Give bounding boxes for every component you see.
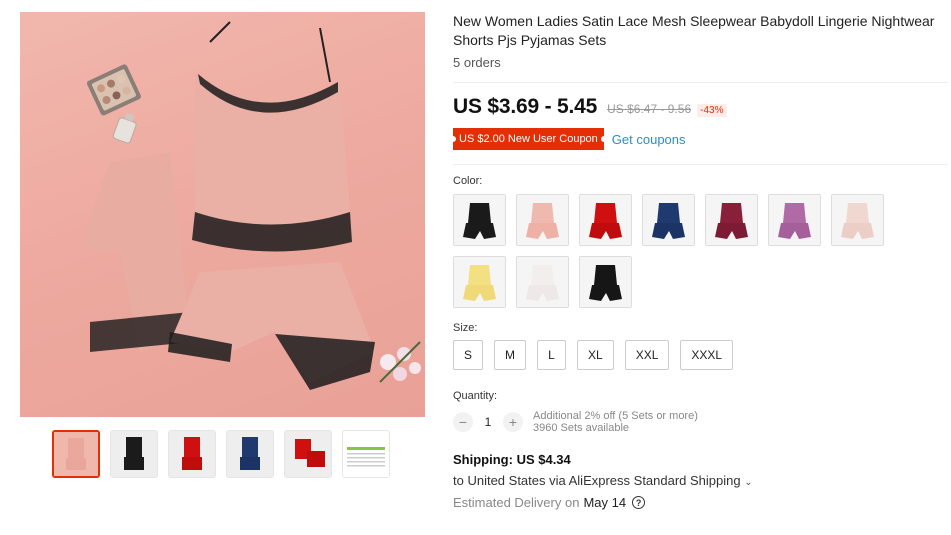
swatch-image bbox=[517, 195, 568, 245]
color-swatch-white[interactable] bbox=[516, 256, 569, 308]
new-user-coupon[interactable]: US $2.00 New User Coupon bbox=[450, 128, 607, 150]
product-info-panel: New Women Ladies Satin Lace Mesh Sleepwe… bbox=[450, 12, 948, 510]
swatch-image bbox=[580, 257, 631, 307]
color-swatch-navy[interactable] bbox=[642, 194, 695, 246]
swatch-image bbox=[832, 195, 883, 245]
shipping-route-text: to United States via AliExpress Standard… bbox=[453, 473, 741, 488]
shipping-price: US $4.34 bbox=[516, 452, 571, 467]
get-coupons-link[interactable]: Get coupons bbox=[612, 132, 686, 147]
quantity-label: Quantity: bbox=[453, 390, 498, 402]
quantity-plus-button[interactable]: + bbox=[503, 412, 523, 432]
delivery-label: Estimated Delivery on bbox=[453, 495, 580, 510]
stock-available-text: 3960 Sets available bbox=[533, 422, 630, 434]
thumb-image-red-2 bbox=[285, 431, 331, 477]
swatch-image bbox=[580, 195, 631, 245]
quantity-value[interactable]: 1 bbox=[473, 415, 503, 429]
quantity-stepper: − 1 + Additional 2% off (5 Sets or more)… bbox=[453, 410, 948, 434]
color-swatch-purple[interactable] bbox=[768, 194, 821, 246]
size-label: Size: bbox=[453, 322, 478, 334]
swatch-image bbox=[454, 257, 505, 307]
thumb-image-size-chart bbox=[343, 431, 389, 477]
estimated-delivery: Estimated Delivery on May 14 ? bbox=[453, 495, 948, 510]
shipping-label: Shipping: bbox=[453, 452, 513, 467]
thumbnail-5[interactable] bbox=[284, 430, 332, 478]
thumbnail-strip bbox=[52, 430, 390, 478]
chevron-down-icon: ⌄ bbox=[744, 477, 753, 488]
color-swatch-beige[interactable] bbox=[831, 194, 884, 246]
size-option-l[interactable]: L bbox=[537, 340, 567, 370]
color-swatch-yellow[interactable] bbox=[453, 256, 506, 308]
swatch-image bbox=[769, 195, 820, 245]
main-product-image[interactable] bbox=[20, 12, 425, 417]
bulk-discount-text: Additional 2% off (5 Sets or more) bbox=[533, 410, 698, 422]
size-options: S M L XL XXL XXXL bbox=[453, 340, 948, 370]
size-option-xl[interactable]: XL bbox=[577, 340, 614, 370]
shipping-route[interactable]: to United States via AliExpress Standard… bbox=[453, 473, 948, 488]
quantity-info: Additional 2% off (5 Sets or more) 3960 … bbox=[533, 410, 698, 434]
thumb-image-navy bbox=[227, 431, 273, 477]
thumbnail-4[interactable] bbox=[226, 430, 274, 478]
original-price: US $6.47 - 9.56 bbox=[607, 102, 692, 116]
size-option-xxxl[interactable]: XXXL bbox=[680, 340, 734, 370]
divider bbox=[453, 82, 948, 83]
delivery-date: May 14 bbox=[583, 495, 627, 510]
thumb-image-red bbox=[169, 431, 215, 477]
color-swatches bbox=[453, 194, 948, 308]
size-option-s[interactable]: S bbox=[453, 340, 484, 370]
swatch-image bbox=[454, 195, 505, 245]
color-swatch-pink[interactable] bbox=[516, 194, 569, 246]
thumb-image-black bbox=[111, 431, 157, 477]
product-title: New Women Ladies Satin Lace Mesh Sleepwe… bbox=[453, 13, 935, 48]
price-row: US $3.69 - 5.45 US $6.47 - 9.56 -43% bbox=[453, 95, 948, 119]
thumbnail-2[interactable] bbox=[110, 430, 158, 478]
help-icon[interactable]: ? bbox=[632, 496, 646, 509]
coupon-row: US $2.00 New User Coupon Get coupons bbox=[450, 128, 948, 150]
thumbnail-1[interactable] bbox=[52, 430, 100, 478]
current-price: US $3.69 - 5.45 bbox=[453, 95, 598, 118]
color-swatch-wine-red[interactable] bbox=[705, 194, 758, 246]
color-label: Color: bbox=[453, 175, 483, 187]
thumbnail-3[interactable] bbox=[168, 430, 216, 478]
color-swatch-red[interactable] bbox=[579, 194, 632, 246]
product-photo bbox=[80, 21, 421, 390]
size-option-xxl[interactable]: XXL bbox=[624, 340, 670, 370]
quantity-minus-button[interactable]: − bbox=[453, 412, 473, 432]
divider bbox=[453, 164, 948, 165]
discount-badge: -43% bbox=[697, 104, 727, 117]
swatch-image bbox=[643, 195, 694, 245]
swatch-image bbox=[517, 257, 568, 307]
thumbnail-6[interactable] bbox=[342, 430, 390, 478]
color-swatch-black-2[interactable] bbox=[579, 256, 632, 308]
size-option-m[interactable]: M bbox=[494, 340, 527, 370]
orders-count: 5 orders bbox=[453, 55, 501, 70]
thumb-image-pink bbox=[54, 432, 98, 476]
swatch-image bbox=[706, 195, 757, 245]
shipping-row: Shipping: US $4.34 bbox=[453, 452, 948, 467]
color-swatch-black[interactable] bbox=[453, 194, 506, 246]
